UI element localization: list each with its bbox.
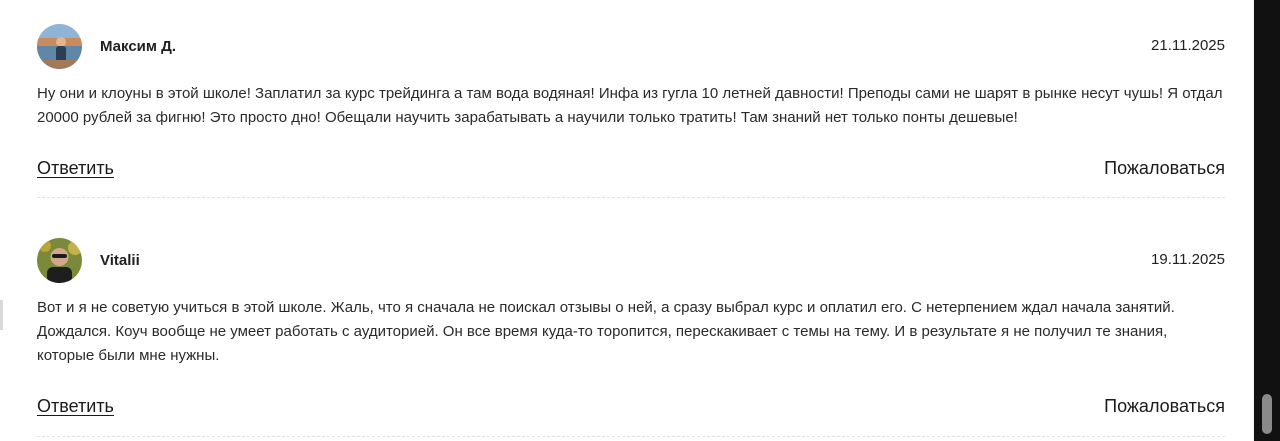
review-item: Максим Д. 21.11.2025 Ну они и клоуны в э… bbox=[37, 24, 1225, 188]
review-date: 19.11.2025 bbox=[1151, 251, 1225, 268]
author-name: Vitalii bbox=[100, 252, 140, 269]
reply-link[interactable]: Ответить bbox=[37, 158, 114, 179]
avatar[interactable] bbox=[37, 238, 82, 283]
review-actions: Ответить Пожаловаться bbox=[37, 158, 1225, 188]
scrollbar-track[interactable] bbox=[1254, 0, 1280, 441]
reply-link[interactable]: Ответить bbox=[37, 396, 114, 417]
avatar[interactable] bbox=[37, 24, 82, 69]
scrollbar-thumb[interactable] bbox=[1262, 394, 1272, 434]
review-item: Vitalii 19.11.2025 Вот и я не советую уч… bbox=[37, 238, 1225, 426]
avatar-photo bbox=[37, 24, 82, 69]
author-name: Максим Д. bbox=[100, 38, 177, 55]
review-date: 21.11.2025 bbox=[1151, 37, 1225, 54]
review-text: Ну они и клоуны в этой школе! Заплатил з… bbox=[37, 85, 1223, 126]
review-divider bbox=[37, 197, 1225, 198]
review-header: Максим Д. 21.11.2025 bbox=[37, 24, 1225, 70]
review-text: Вот и я не советую учиться в этой школе.… bbox=[37, 299, 1175, 364]
avatar-photo bbox=[37, 238, 82, 283]
left-edge-marker bbox=[0, 300, 3, 330]
report-link[interactable]: Пожаловаться bbox=[1104, 158, 1225, 179]
review-header: Vitalii 19.11.2025 bbox=[37, 238, 1225, 284]
reviews-page: Максим Д. 21.11.2025 Ну они и клоуны в э… bbox=[0, 0, 1280, 441]
review-actions: Ответить Пожаловаться bbox=[37, 396, 1225, 426]
report-link[interactable]: Пожаловаться bbox=[1104, 396, 1225, 417]
review-divider bbox=[37, 436, 1225, 437]
